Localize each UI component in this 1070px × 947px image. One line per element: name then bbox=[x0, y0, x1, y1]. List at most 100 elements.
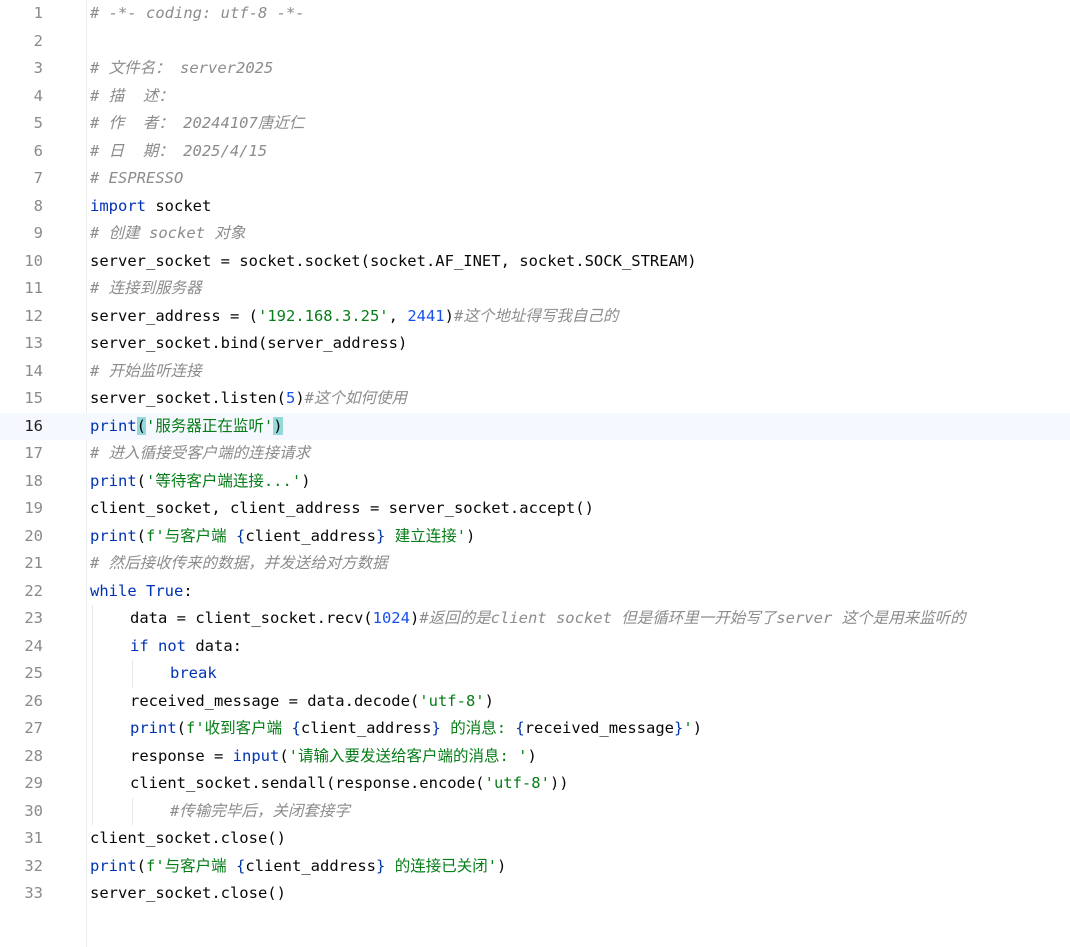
code-text[interactable]: # 作 者： 20244107唐近仁 bbox=[90, 110, 304, 138]
line-number: 33 bbox=[24, 884, 43, 902]
code-line[interactable]: 10 server_socket = socket.socket(socket.A… bbox=[0, 248, 1070, 276]
code-text[interactable]: # 创建 socket 对象 bbox=[90, 220, 245, 248]
code-line[interactable]: 23 data = client_socket.recv(1024)#返回的是cl… bbox=[0, 605, 1070, 633]
code-line[interactable]: 30 #传输完毕后，关闭套接字 bbox=[0, 797, 1070, 826]
code-line[interactable]: 11 # 连接到服务器 bbox=[0, 275, 1070, 303]
code-text[interactable]: while True: bbox=[90, 578, 193, 606]
code-token: ) bbox=[295, 389, 305, 407]
code-text[interactable]: server_address = ('192.168.3.25', 2441)#… bbox=[90, 303, 618, 331]
code-line[interactable]: 13 server_socket.bind(server_address) bbox=[0, 330, 1070, 358]
code-token: client_address bbox=[245, 526, 377, 545]
code-line[interactable]: 26 received_message = data.decode('utf-8'… bbox=[0, 687, 1070, 716]
code-text[interactable]: # 文件名： server2025 bbox=[90, 55, 273, 83]
code-token: while bbox=[90, 581, 137, 600]
code-line[interactable]: 31 client_socket.close() bbox=[0, 825, 1070, 853]
code-token: ( bbox=[136, 526, 147, 545]
code-text[interactable]: # 描 述： bbox=[90, 83, 174, 111]
code-token: 2441 bbox=[407, 306, 445, 325]
code-text[interactable]: # -*- coding: utf-8 -*- bbox=[90, 0, 305, 28]
code-line[interactable]: 21 # 然后接收传来的数据，并发送给对方数据 bbox=[0, 550, 1070, 578]
code-token: not bbox=[158, 636, 187, 655]
code-line[interactable]: 9 # 创建 socket 对象 bbox=[0, 220, 1070, 248]
code-text[interactable]: print('服务器正在监听') bbox=[90, 413, 283, 441]
code-token: f'收到客户端 bbox=[186, 719, 292, 737]
code-text[interactable]: server_socket = socket.socket(socket.AF_… bbox=[90, 248, 697, 276]
code-lines[interactable]: 1 # -*- coding: utf-8 -*- 2 3 # 文件名： server2… bbox=[0, 0, 1070, 908]
code-line[interactable]: 4 # 描 述： bbox=[0, 83, 1070, 111]
code-line[interactable]: 16 print('服务器正在监听') bbox=[0, 412, 1070, 441]
line-number: 18 bbox=[24, 471, 43, 490]
code-token: client_socket.sendall(response.encode( bbox=[130, 774, 485, 792]
code-text[interactable]: data = client_socket.recv(1024)#返回的是clie… bbox=[130, 605, 966, 633]
line-number: 21 bbox=[24, 554, 43, 572]
code-token: # 创建 socket 对象 bbox=[90, 224, 246, 242]
code-text[interactable]: # 日 期： 2025/4/15 bbox=[90, 138, 267, 166]
code-line[interactable]: 1 # -*- coding: utf-8 -*- bbox=[0, 0, 1070, 28]
code-text[interactable]: import socket bbox=[90, 193, 211, 221]
code-line[interactable]: 7 # ESPRESSO bbox=[0, 165, 1070, 193]
code-token: ( bbox=[176, 719, 187, 737]
line-number: 22 bbox=[24, 581, 43, 600]
line-number: 6 bbox=[33, 141, 43, 160]
code-line[interactable]: 24 if not data: bbox=[0, 632, 1070, 661]
code-text[interactable]: # ESPRESSO bbox=[90, 165, 183, 193]
code-line[interactable]: 17 # 进入循接受客户端的连接请求 bbox=[0, 440, 1070, 468]
code-line[interactable]: 27 print(f'收到客户端 {client_address} 的消息: {r… bbox=[0, 715, 1070, 743]
code-token: if bbox=[130, 636, 149, 655]
code-text[interactable]: print(f'与客户端 {client_address} 的连接已关闭') bbox=[90, 853, 506, 881]
line-number: 10 bbox=[24, 251, 43, 270]
code-text[interactable]: client_socket.close() bbox=[90, 825, 286, 853]
code-text[interactable]: print('等待客户端连接...') bbox=[90, 468, 311, 496]
code-text[interactable]: # 然后接收传来的数据，并发送给对方数据 bbox=[90, 550, 388, 578]
code-text[interactable]: print(f'与客户端 {client_address} 建立连接') bbox=[90, 523, 475, 551]
code-text[interactable]: server_socket.listen(5)#这个如何使用 bbox=[90, 385, 407, 413]
code-line[interactable]: 6 # 日 期： 2025/4/15 bbox=[0, 138, 1070, 166]
code-line[interactable]: 2 bbox=[0, 28, 1070, 56]
code-text[interactable]: # 进入循接受客户端的连接请求 bbox=[90, 440, 310, 468]
indent-guide bbox=[132, 797, 133, 825]
code-line[interactable]: 20 print(f'与客户端 {client_address} 建立连接') bbox=[0, 523, 1070, 551]
code-text[interactable]: client_socket.sendall(response.encode('u… bbox=[130, 770, 569, 798]
code-line[interactable]: 29 client_socket.sendall(response.encode(… bbox=[0, 770, 1070, 798]
code-token: { bbox=[236, 856, 246, 875]
code-line[interactable]: 22 while True: bbox=[0, 578, 1070, 606]
code-line[interactable]: 33 server_socket.close() bbox=[0, 880, 1070, 908]
code-token: } bbox=[431, 719, 441, 737]
code-line[interactable]: 15 server_socket.listen(5)#这个如何使用 bbox=[0, 385, 1070, 413]
code-line[interactable]: 19 client_socket, client_address = server… bbox=[0, 495, 1070, 523]
code-token: #传输完毕后，关闭套接字 bbox=[170, 801, 350, 820]
line-number: 5 bbox=[33, 114, 43, 132]
code-text[interactable]: # 开始监听连接 bbox=[90, 358, 202, 386]
code-text[interactable]: # 连接到服务器 bbox=[90, 275, 202, 303]
code-text[interactable]: received_message = data.decode('utf-8') bbox=[130, 688, 494, 716]
code-text[interactable]: #传输完毕后，关闭套接字 bbox=[170, 798, 350, 826]
code-text[interactable]: client_socket, client_address = server_s… bbox=[90, 495, 594, 523]
code-line[interactable]: 8 import socket bbox=[0, 193, 1070, 221]
code-line[interactable]: 12 server_address = ('192.168.3.25', 2441… bbox=[0, 303, 1070, 331]
code-text[interactable]: server_socket.bind(server_address) bbox=[90, 330, 407, 358]
code-token: } bbox=[376, 856, 386, 875]
code-line[interactable]: 25 break bbox=[0, 660, 1070, 688]
code-token: )) bbox=[549, 774, 569, 792]
code-line[interactable]: 3 # 文件名： server2025 bbox=[0, 55, 1070, 83]
code-text[interactable]: print(f'收到客户端 {client_address} 的消息: {rec… bbox=[130, 715, 702, 743]
code-token: # 描 述： bbox=[90, 86, 174, 105]
code-line[interactable]: 5 # 作 者： 20244107唐近仁 bbox=[0, 110, 1070, 138]
code-line[interactable]: 18 print('等待客户端连接...') bbox=[0, 468, 1070, 496]
code-editor[interactable]: 1 # -*- coding: utf-8 -*- 2 3 # 文件名： server2… bbox=[0, 0, 1070, 947]
code-token: } bbox=[674, 719, 684, 737]
code-text[interactable]: server_socket.close() bbox=[90, 880, 286, 908]
code-token: print bbox=[90, 471, 137, 490]
code-line[interactable]: 28 response = input('请输入要发送给客户端的消息: ') bbox=[0, 742, 1070, 771]
code-token: # 然后接收传来的数据，并发送给对方数据 bbox=[90, 554, 388, 572]
line-number: 30 bbox=[24, 801, 43, 820]
code-token: #这个地址得写我自己的 bbox=[453, 306, 619, 325]
code-token: server_socket.bind(server_address) bbox=[90, 334, 408, 352]
code-text[interactable]: break bbox=[170, 660, 217, 688]
line-number: 29 bbox=[24, 774, 43, 792]
code-text[interactable]: response = input('请输入要发送给客户端的消息: ') bbox=[130, 743, 537, 771]
code-text[interactable]: if not data: bbox=[130, 633, 242, 661]
code-line[interactable]: 32 print(f'与客户端 {client_address} 的连接已关闭') bbox=[0, 853, 1070, 881]
code-line[interactable]: 14 # 开始监听连接 bbox=[0, 358, 1070, 386]
